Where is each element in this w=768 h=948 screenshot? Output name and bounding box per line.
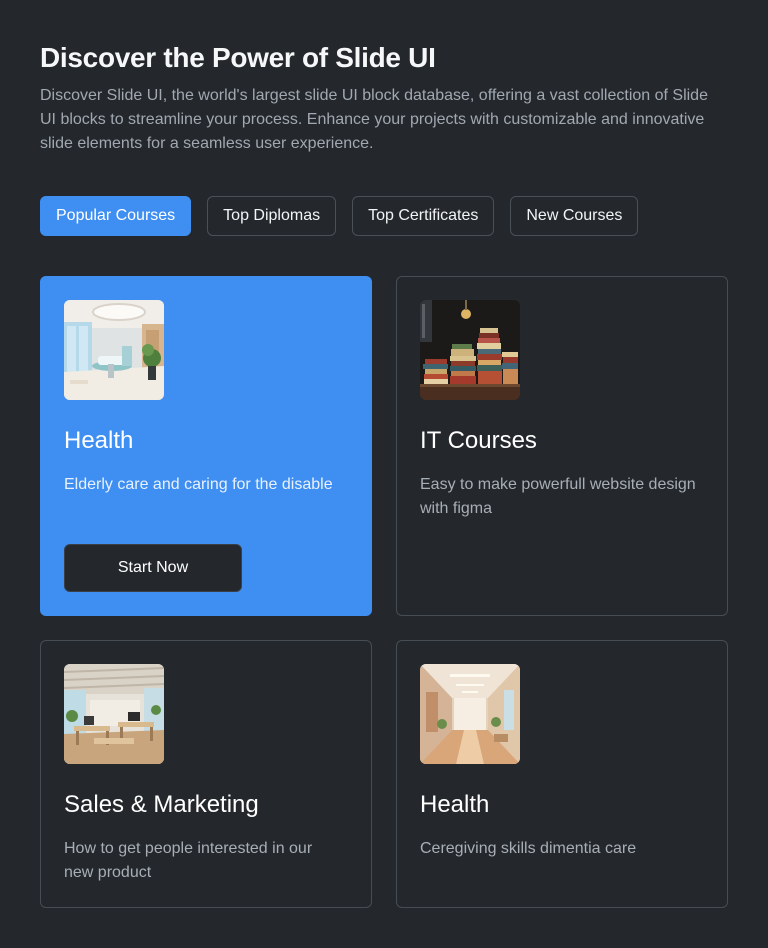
card-description: Ceregiving skills dimentia care	[420, 840, 637, 857]
tab-top-diplomas[interactable]: Top Diplomas	[207, 196, 337, 236]
card-description: How to get people interested in our new …	[64, 840, 313, 881]
clinic-interior-image	[64, 300, 164, 400]
page-description: Discover Slide UI, the world's largest s…	[40, 87, 708, 152]
start-now-button[interactable]: Start Now	[64, 544, 242, 592]
course-tabs: Popular Courses Top Diplomas Top Certifi…	[40, 196, 639, 236]
book-stacks-image	[420, 300, 520, 400]
card-title: IT Courses	[420, 427, 537, 454]
tab-top-certificates[interactable]: Top Certificates	[352, 196, 495, 236]
card-title: Health	[420, 791, 490, 818]
card-description: Elderly care and caring for the disable	[64, 476, 333, 493]
course-card-health-dementia[interactable]: Health Ceregiving skills dimentia care	[396, 640, 728, 908]
tab-new-courses[interactable]: New Courses	[510, 196, 639, 236]
office-interior-image	[64, 664, 164, 764]
card-title: Health	[64, 427, 134, 454]
course-card-it-courses[interactable]: IT Courses Easy to make powerfull websit…	[396, 276, 728, 616]
hallway-interior-image	[420, 664, 520, 764]
page-title: Discover the Power of Slide UI	[40, 42, 436, 73]
card-description: Easy to make powerfull website design wi…	[420, 476, 696, 517]
course-card-sales-marketing[interactable]: Sales & Marketing How to get people inte…	[40, 640, 372, 908]
tab-popular-courses[interactable]: Popular Courses	[40, 196, 192, 236]
card-title: Sales & Marketing	[64, 791, 259, 818]
course-card-health[interactable]: Health Elderly care and caring for the d…	[40, 276, 372, 616]
